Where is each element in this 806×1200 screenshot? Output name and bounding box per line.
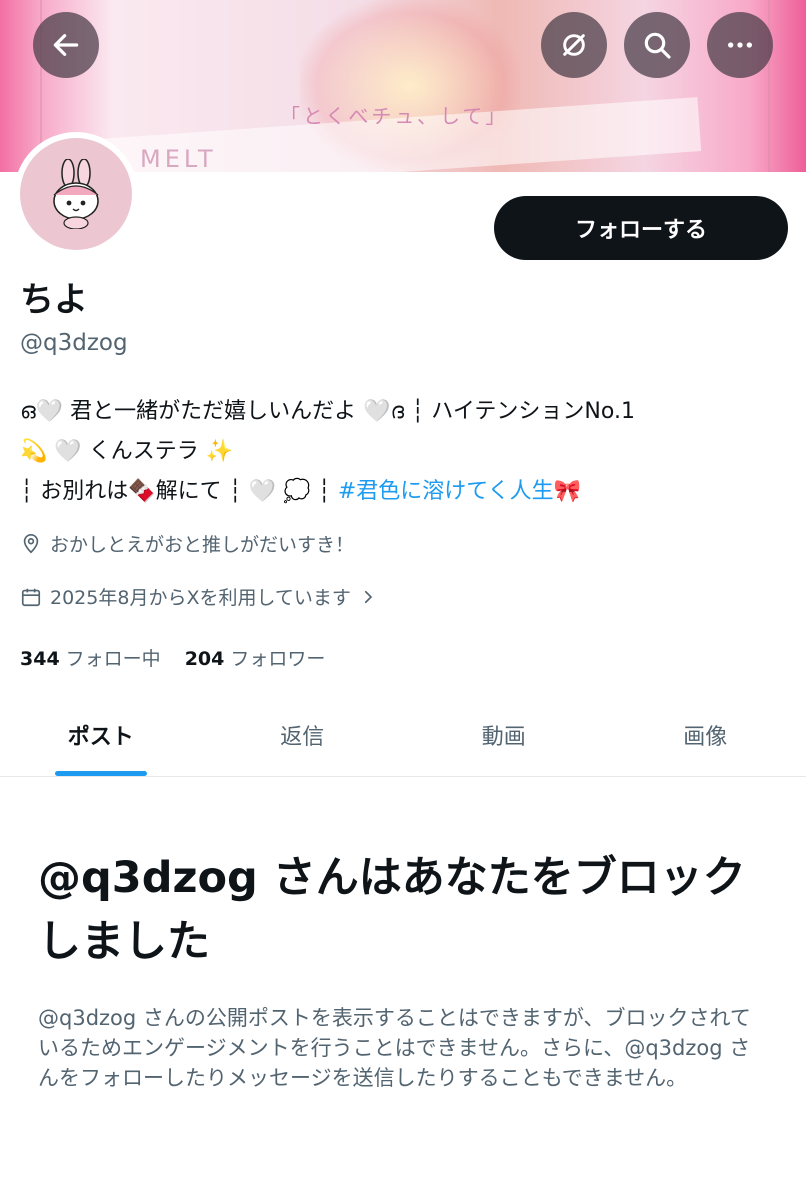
profile-bio: ഒ🤍 君と一緒がただ嬉しいんだよ 🤍ദ ┆ ハイテンションNo.1 💫 🤍 くん… <box>20 392 800 512</box>
more-button[interactable] <box>707 12 773 78</box>
tab-posts[interactable]: ポスト <box>0 694 202 776</box>
more-icon <box>728 42 752 48</box>
calendar-icon <box>21 588 41 606</box>
tab-label: ポスト <box>67 725 134 750</box>
translate-button[interactable] <box>541 12 607 78</box>
profile-name: ちよ <box>20 280 88 320</box>
profile-joined[interactable]: 2025年8月からXを利用しています <box>20 583 377 610</box>
chevron-right-icon <box>364 590 373 603</box>
profile-location: おかしとえがおと推しがだいすき！ <box>20 530 354 557</box>
bio-line: 💫 🤍 くんステラ ✨ <box>20 439 234 464</box>
active-tab-indicator <box>54 771 147 776</box>
bunny-character-icon <box>53 159 99 229</box>
search-icon <box>644 32 671 59</box>
bio-line: ഒ🤍 君と一緒がただ嬉しいんだよ 🤍ദ ┆ ハイテンションNo.1 <box>20 399 635 424</box>
following-count: 344 <box>20 648 60 670</box>
banner-caption: 「とくべチュ、して」 <box>280 104 509 128</box>
bio-hashtag-link[interactable]: #君色に溶けてく人生🎀 <box>338 479 581 504</box>
joined-text: 2025年8月からXを利用しています <box>50 587 351 609</box>
blocked-description: @q3dzog さんの公開ポストを表示することはできますが、ブロックされているた… <box>38 1006 751 1090</box>
banner-watermark: MELT <box>140 145 217 172</box>
followers-count: 204 <box>184 648 225 670</box>
tab-label: 画像 <box>683 725 728 750</box>
follow-button[interactable]: フォローする <box>494 196 788 260</box>
tab-label: 返信 <box>280 725 325 750</box>
blocked-title: @q3dzog さんはあなたをブロックしました <box>38 853 746 967</box>
tab-replies[interactable]: 返信 <box>202 694 404 776</box>
back-arrow-icon <box>53 34 79 56</box>
followers-link[interactable]: 204 フォロワー <box>185 644 326 671</box>
location-pin-icon <box>23 533 39 553</box>
avatar[interactable] <box>14 132 138 256</box>
following-label: フォロー中 <box>65 648 161 670</box>
back-button[interactable] <box>33 12 99 78</box>
tab-videos[interactable]: 動画 <box>403 694 605 776</box>
profile-handle: @q3dzog <box>20 330 128 356</box>
location-text: おかしとえがおと推しがだいすき！ <box>50 534 355 556</box>
tab-label: 動画 <box>481 725 526 750</box>
following-link[interactable]: 344 フォロー中 <box>20 644 161 671</box>
avatar-image <box>20 138 132 250</box>
follow-stats: 344 フォロー中 204 フォロワー <box>20 644 325 671</box>
translate-icon <box>563 34 585 56</box>
bio-line: ┆ お別れは🍫解にて ┆ 🤍 💭 ┆ #君色に溶けてく人生🎀 <box>20 472 800 512</box>
followers-label: フォロワー <box>230 648 326 670</box>
bio-line-text: ┆ お別れは🍫解にて ┆ 🤍 💭 ┆ <box>20 479 338 504</box>
profile-banner[interactable]: 「とくべチュ、して」 MELT <box>0 0 806 172</box>
profile-tabs: ポスト 返信 動画 画像 <box>0 694 806 777</box>
search-button[interactable] <box>624 12 690 78</box>
tab-images[interactable]: 画像 <box>605 694 806 776</box>
